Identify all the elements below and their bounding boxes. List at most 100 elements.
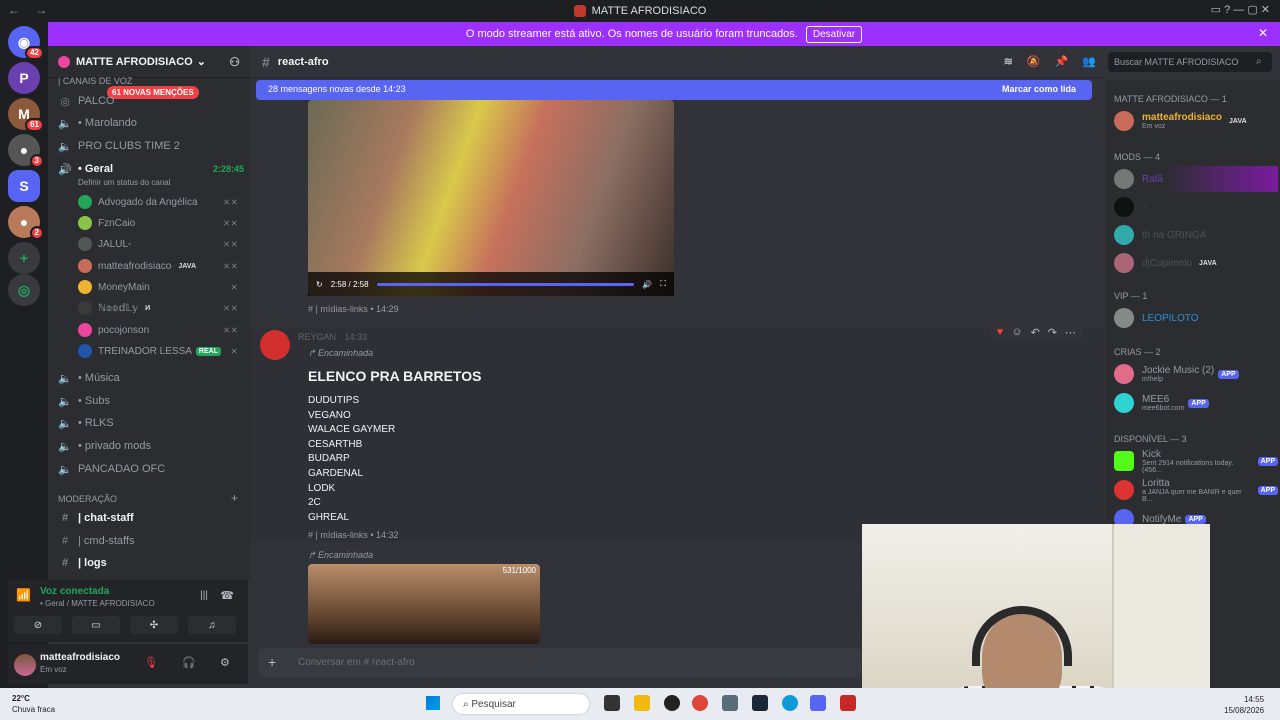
member-item[interactable]: th na GRINGA: [1114, 222, 1278, 248]
member-item[interactable]: MEE6 mee6bot.com APP: [1114, 390, 1278, 416]
video-progress[interactable]: [376, 282, 635, 286]
channel-pancadao[interactable]: 🔈 PANCADAO OFC: [58, 459, 244, 479]
search-input[interactable]: Buscar MATTE AFRODISIACO: [1108, 52, 1272, 72]
member-item[interactable]: djCupimelo JAVA: [1114, 250, 1278, 276]
taskbar-search[interactable]: ⌕ Pesquisar: [452, 693, 590, 715]
emoji-icon[interactable]: ☺: [1011, 326, 1022, 339]
chrome-icon[interactable]: [692, 695, 708, 711]
mark-read-button[interactable]: Marcar como lida: [1002, 84, 1076, 94]
noise-icon[interactable]: |||: [200, 590, 208, 601]
mic-muted-icon[interactable]: 🎙: [144, 656, 158, 669]
voice-user[interactable]: JALUL- ⨯⨯: [78, 234, 238, 254]
channel-rlks[interactable]: 🔈 • RLKS: [58, 413, 244, 433]
headset-muted-icon[interactable]: 🎧: [182, 656, 196, 669]
settings-icon[interactable]: [722, 695, 738, 711]
server-5-icon[interactable]: ● 2: [8, 206, 44, 240]
window-controls[interactable]: ▭ ? — ▢ ✕: [1211, 3, 1270, 16]
member-item[interactable]: LEOPILOTO: [1114, 305, 1278, 331]
member-item[interactable]: Loritta a JANJA quer me BANIR e quer B...…: [1114, 477, 1278, 503]
volume-icon[interactable]: 🔊: [642, 280, 652, 289]
voice-user[interactable]: pocojonson ⨯⨯: [78, 320, 238, 340]
add-attachment-icon[interactable]: +: [268, 654, 276, 670]
guild-header[interactable]: MATTE AFRODISIACO ⌄ ⚇: [48, 46, 250, 78]
activities-button[interactable]: ✣: [130, 616, 178, 634]
message-meta[interactable]: # | mídias-links • 14:29: [308, 304, 399, 314]
voice-category[interactable]: | Canais de Voz: [58, 76, 132, 86]
nav-arrows[interactable]: ← →: [8, 3, 53, 17]
camera-button[interactable]: ⊘: [14, 616, 62, 634]
server-pro-icon[interactable]: P: [8, 62, 40, 94]
more-icon[interactable]: ⋯: [1065, 326, 1076, 339]
channel-subs[interactable]: 🔈 • Subs: [58, 391, 244, 411]
edge-icon[interactable]: [782, 695, 798, 711]
member-item[interactable]: x: [1114, 194, 1278, 220]
voice-user[interactable]: TREINADOR LESSA REAL ⨯: [78, 341, 238, 361]
channel-pro-clubs[interactable]: 🔈 PRO CLUBS TIME 2: [58, 136, 244, 156]
message-meta[interactable]: # | mídias-links • 14:32: [308, 530, 399, 540]
disable-streamer-button[interactable]: Desativar: [805, 25, 863, 43]
weather-widget[interactable]: 22°C Chuva fraca: [12, 693, 55, 715]
members-icon[interactable]: 👥: [1082, 55, 1096, 68]
video-embed[interactable]: ↻ 2:58 / 2:58 🔊 ⛶: [308, 100, 674, 296]
explore-icon[interactable]: ◎: [8, 274, 40, 306]
steam-icon[interactable]: [752, 695, 768, 711]
channel-palco[interactable]: ◎ PALCO: [58, 91, 244, 111]
server-s-icon[interactable]: S: [8, 170, 40, 202]
server-3-icon[interactable]: ● 3: [8, 134, 44, 168]
member-item[interactable]: Rafã: [1114, 166, 1278, 192]
replay-icon[interactable]: ↻: [316, 280, 323, 289]
channel-status[interactable]: Definir um status do canal: [78, 178, 171, 187]
threads-icon[interactable]: ≋: [1004, 55, 1013, 68]
channel-musica[interactable]: 🔈 • Música: [58, 368, 244, 388]
member-item[interactable]: matteafrodisiaco Em voz JAVA: [1114, 108, 1278, 134]
avatar[interactable]: [14, 654, 36, 676]
new-messages-bar[interactable]: 28 mensagens novas desde 14:23 Marcar co…: [256, 80, 1092, 100]
heart-icon[interactable]: ♥: [997, 326, 1004, 339]
channel-cmd-staffs[interactable]: # | cmd-staffs: [58, 531, 244, 551]
pin-icon[interactable]: 📌: [1055, 55, 1069, 68]
task-view-icon[interactable]: [604, 695, 620, 711]
message-author[interactable]: REYGAN 14:33: [298, 332, 367, 342]
forwarded-text: Encaminhada: [318, 550, 374, 560]
obs-icon[interactable]: [664, 695, 680, 711]
notification-icon[interactable]: 🔕: [1027, 55, 1041, 68]
taskbar: 22°C Chuva fraca ⌕ Pesquisar 14:55 15/08…: [0, 688, 1280, 720]
message-input[interactable]: + Conversar em # react-afro: [258, 648, 862, 678]
soundboard-button[interactable]: ♫: [188, 616, 236, 634]
fullscreen-icon[interactable]: ⛶: [660, 279, 666, 289]
file-explorer-icon[interactable]: [634, 695, 650, 711]
screen-share-button[interactable]: ▭: [72, 616, 120, 634]
avatar[interactable]: [260, 330, 290, 360]
add-server-icon[interactable]: +: [8, 242, 40, 274]
server-afro-icon[interactable]: M 61: [8, 98, 44, 132]
voice-location[interactable]: • Geral / MATTE AFRODISIACO: [40, 599, 155, 608]
voice-user[interactable]: Advogado da Angélica ⨯⨯: [78, 192, 238, 212]
member-item[interactable]: Jockie Music (2) m!help APP: [1114, 361, 1278, 387]
forward-icon[interactable]: ↷: [1048, 326, 1057, 339]
invite-icon[interactable]: ⚇: [229, 55, 240, 69]
reply-icon[interactable]: ↶: [1031, 326, 1040, 339]
clock[interactable]: 14:55 15/08/2026: [1224, 694, 1264, 716]
voice-connected-label[interactable]: Voz conectada: [40, 586, 109, 597]
channel-chat-staff[interactable]: # | chat-staff: [58, 508, 244, 528]
voice-user[interactable]: MoneyMain ⨯: [78, 277, 238, 297]
disconnect-icon[interactable]: ☎: [220, 589, 234, 602]
close-icon[interactable]: ✕: [1258, 26, 1268, 40]
voice-user[interactable]: FznCaio ⨯⨯: [78, 213, 238, 233]
app-icon[interactable]: [840, 695, 856, 711]
add-channel-icon[interactable]: +: [231, 491, 238, 505]
voice-user[interactable]: matteafrodisiaco JAVA ⨯⨯: [78, 256, 238, 276]
image-attachment[interactable]: 531/1000: [308, 564, 540, 644]
channel-marolando[interactable]: 🔈 • Marolando: [58, 113, 244, 133]
member-item[interactable]: Kick Sent 2914 notifications today. (456.…: [1114, 448, 1278, 474]
user-name[interactable]: matteafrodisiaco: [40, 652, 120, 663]
channel-geral[interactable]: 🔊 • Geral 2:28:45: [58, 159, 244, 179]
voice-user[interactable]: ℕ𝕠𝕠𝕕𝕃𝕪 И ⨯⨯: [78, 298, 238, 318]
home-icon[interactable]: ◉ 42: [8, 26, 44, 60]
windows-start-icon[interactable]: [426, 696, 440, 710]
channel-logs[interactable]: # | logs: [58, 553, 244, 573]
gear-icon[interactable]: ⚙: [220, 656, 230, 669]
moderation-category[interactable]: MODERAÇÃO: [58, 494, 117, 504]
discord-icon[interactable]: [810, 695, 826, 711]
channel-privado-mods[interactable]: 🔈 • privado mods: [58, 436, 244, 456]
